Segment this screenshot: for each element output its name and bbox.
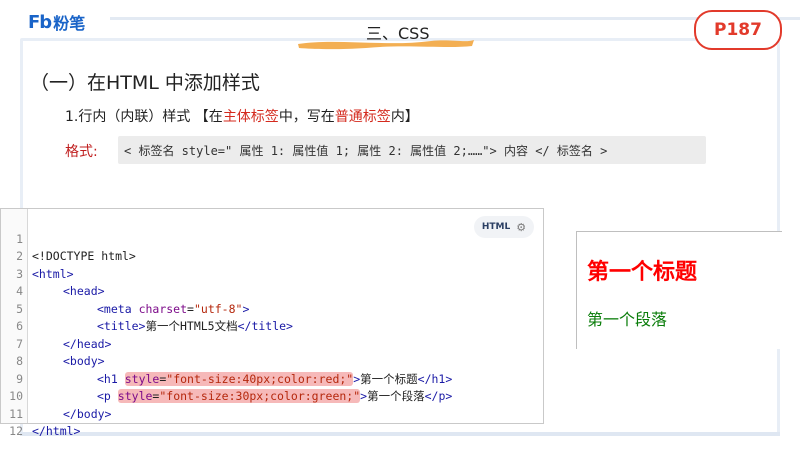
- gear-icon[interactable]: ⚙: [516, 221, 526, 234]
- format-syntax-box: < 标签名 style=" 属性 1: 属性值 1; 属性 2: 属性值 2;……: [118, 136, 706, 164]
- format-label: 格式:: [65, 144, 98, 160]
- slide-frame-shadow: [20, 432, 780, 436]
- code-line: 10 </body>: [1, 371, 543, 421]
- subheading-prefix: 1.行内（内联）样式 【在: [65, 109, 223, 125]
- format-syntax: < 标签名 style=" 属性 1: 属性值 1; 属性 2: 属性值 2;……: [124, 143, 608, 158]
- subheading-mid: 中，写在: [278, 109, 335, 125]
- code-text: </html>: [32, 424, 81, 438]
- code-editor-panel: 1 <!DOCTYPE html> 2 <html> 3 <head> 4 <m…: [0, 208, 544, 439]
- code-line: 8 <h1 style="font-size:40px;color:red;">…: [1, 336, 543, 386]
- code-line: 4 <meta charset="utf-8">: [1, 266, 543, 316]
- brand-name: 粉笔: [53, 14, 86, 33]
- render-preview: 第一个标题 第一个段落: [576, 231, 782, 349]
- preview-paragraph: 第一个段落: [587, 310, 668, 329]
- brand-mark: Fb: [28, 11, 52, 33]
- code-line: 7 <body>: [1, 318, 543, 369]
- subheading-emphasis-1: 主体标签: [222, 109, 279, 125]
- subheading: 1.行内（内联）样式 【在主体标签中，写在普通标签内】: [65, 106, 419, 126]
- code-line: 12: [1, 406, 543, 438]
- code-line: 5 <title>第一个HTML5文档</title>: [1, 283, 543, 334]
- brand-logo: Fb 粉笔: [28, 10, 85, 34]
- page-number-badge: P187: [694, 10, 782, 50]
- slide-heading: （一）在HTML 中添加样式: [30, 72, 260, 94]
- page-number: P187: [714, 20, 762, 40]
- language-label: HTML: [481, 222, 511, 232]
- code-line: 3 <head>: [1, 248, 543, 299]
- code-line: 2 <html>: [1, 231, 543, 281]
- code-line: 11 </html>: [1, 388, 543, 439]
- code-line: 9 <p style="font-size:30px;color:green;"…: [1, 353, 543, 403]
- line-number: 12: [9, 424, 23, 438]
- code-line: 6 </head>: [1, 301, 543, 351]
- section-title: 三、CSS: [296, 20, 476, 54]
- preview-heading: 第一个标题: [587, 259, 698, 285]
- language-badge[interactable]: HTML ⚙: [474, 216, 534, 238]
- subheading-emphasis-2: 普通标签: [334, 109, 391, 125]
- subheading-suffix: 内】: [390, 109, 419, 125]
- code-line: 1 <!DOCTYPE html>: [1, 213, 543, 264]
- section-title-text: 三、CSS: [366, 24, 430, 43]
